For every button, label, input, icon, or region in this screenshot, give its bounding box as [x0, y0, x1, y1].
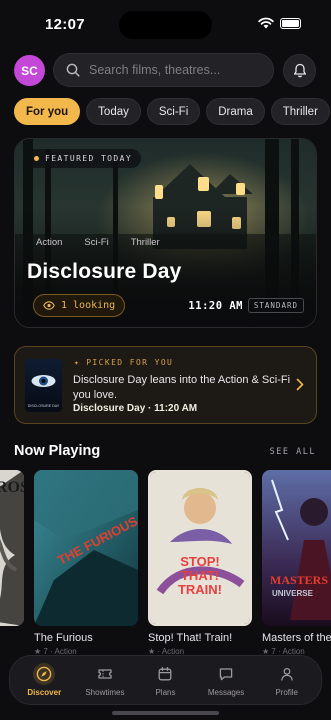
picked-poster-caption: DISCLOSURE DAY	[28, 404, 60, 408]
person-icon	[280, 667, 293, 681]
movie-poster: ROS	[0, 470, 24, 626]
tab-messages[interactable]: Messages	[197, 663, 255, 697]
notifications-button[interactable]	[283, 54, 316, 87]
chevron-right-icon[interactable]	[296, 378, 304, 391]
compass-icon	[36, 666, 52, 682]
poster-2-line3: TRAIN!	[178, 582, 222, 597]
ticket-icon	[98, 669, 112, 679]
looking-count: 1 looking	[61, 300, 116, 311]
chip-for-you[interactable]: For you	[14, 98, 81, 125]
badge-dot	[34, 156, 39, 161]
home-indicator	[112, 711, 219, 715]
picked-poster: DISCLOSURE DAY	[25, 359, 62, 412]
poster-0-text: ROS	[0, 479, 24, 496]
status-bar: 12:07	[0, 0, 331, 50]
bell-icon	[293, 63, 306, 78]
search-icon	[66, 63, 80, 77]
movie-card[interactable]: STOP! THAT! TRAIN! Stop! That! Train! ★ …	[148, 470, 252, 656]
featured-card[interactable]: FEATURED TODAY Action Sci-Fi Thriller Di…	[14, 138, 317, 328]
movie-card[interactable]: THE FURIOUS The Furious ★ 7 · Action	[34, 470, 138, 656]
movie-title: Stop! That! Train!	[148, 632, 233, 644]
genre-tag: Sci-Fi	[84, 237, 109, 248]
picked-label-text: PICKED FOR YOU	[86, 358, 174, 367]
chip-today[interactable]: Today	[86, 98, 141, 125]
tab-label: Profile	[275, 688, 299, 697]
picked-meta: Disclosure Day · 11:20 AM	[73, 403, 198, 414]
movie-poster: MASTERS UNIVERSE	[262, 470, 331, 626]
movie-poster: THE FURIOUS	[34, 470, 138, 626]
movie-poster: STOP! THAT! TRAIN!	[148, 470, 252, 626]
featured-title: Disclosure Day	[27, 260, 182, 283]
now-playing-title: Now Playing	[14, 443, 101, 459]
tab-label: Messages	[207, 688, 245, 697]
genre-tag: Thriller	[130, 237, 160, 248]
movie-title: The Furious	[34, 632, 93, 644]
featured-genres: Action Sci-Fi Thriller	[36, 237, 160, 248]
search-bar[interactable]	[53, 53, 274, 87]
eye-artwork-icon: DISCLOSURE DAY	[28, 375, 60, 408]
looking-badge[interactable]: 1 looking	[33, 294, 126, 317]
tab-label: Discover	[27, 688, 62, 697]
wifi-icon	[258, 17, 274, 29]
format-badge: STANDARD	[247, 298, 304, 313]
filter-chips: For you Today Sci-Fi Drama Thriller Re	[14, 98, 331, 125]
movie-card[interactable]: ROS	[0, 470, 24, 626]
message-icon	[219, 668, 233, 681]
picked-label: ✦ PICKED FOR YOU	[74, 358, 173, 367]
calendar-icon	[159, 666, 172, 681]
avatar[interactable]: SC	[14, 55, 45, 86]
movie-title: Masters of the Universe	[262, 632, 331, 644]
dynamic-island	[119, 11, 212, 39]
status-icons	[258, 17, 301, 29]
status-time: 12:07	[45, 16, 85, 33]
tab-showtimes[interactable]: Showtimes	[76, 663, 134, 697]
poster-3-line2: UNIVERSE	[272, 589, 314, 598]
tab-bar: Discover Showtimes Plans Messages Profil…	[9, 655, 322, 705]
tab-label: Plans	[155, 688, 176, 697]
poster-2-line2: THAT!	[181, 568, 219, 583]
movie-card[interactable]: MASTERS UNIVERSE Masters of the Universe…	[262, 470, 331, 656]
see-all-link[interactable]: SEE ALL	[270, 447, 316, 457]
chip-drama[interactable]: Drama	[206, 98, 265, 125]
eye-icon	[43, 301, 55, 310]
featured-showtime: 11:20 AM	[188, 300, 243, 312]
chip-thriller[interactable]: Thriller	[270, 98, 330, 125]
search-input[interactable]	[89, 63, 259, 77]
picked-for-you-card[interactable]: DISCLOSURE DAY ✦ PICKED FOR YOU Disclosu…	[14, 346, 317, 424]
picked-description: Disclosure Day leans into the Action & S…	[73, 374, 291, 401]
genre-tag: Action	[36, 237, 63, 248]
now-playing-carousel[interactable]: ROS THE FURIOUS The Furious ★ 7 · Action	[0, 470, 331, 660]
tab-label: Showtimes	[85, 688, 125, 697]
poster-2-line1: STOP!	[180, 554, 220, 569]
sparkle-icon: ✦	[74, 358, 81, 367]
tab-plans[interactable]: Plans	[136, 663, 194, 697]
poster-3-line1: MASTERS	[270, 573, 328, 587]
battery-icon	[280, 17, 301, 29]
featured-badge-label: FEATURED TODAY	[45, 154, 133, 163]
tab-discover[interactable]: Discover	[15, 663, 73, 697]
chip-sci-fi[interactable]: Sci-Fi	[146, 98, 201, 125]
tab-profile[interactable]: Profile	[258, 663, 316, 697]
featured-badge: FEATURED TODAY	[25, 149, 142, 168]
